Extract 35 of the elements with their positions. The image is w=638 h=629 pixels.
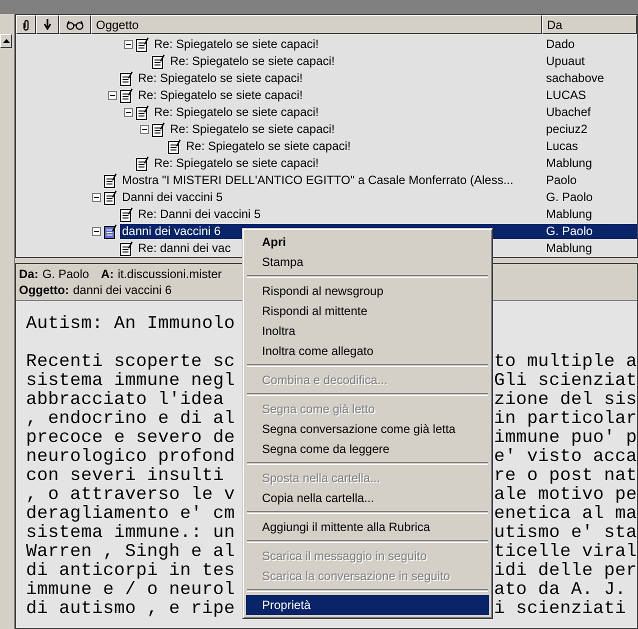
body-text: precoce e severo de [26,429,236,448]
body-text: di autismo , e ripe [26,600,236,619]
body-text: re o post nat [494,467,637,486]
body-text: e' visto acca [494,448,637,467]
body-text: zione del sis [494,391,637,410]
body-text: enetica al ma [494,505,637,524]
body-text: , o attraverso le v [26,486,236,505]
field-value: G. Paolo [42,267,90,281]
body-text: con severi insulti [26,467,226,486]
body-text: utismo e' sta [494,524,637,543]
body-text: i scienziati [494,600,628,619]
field-value: danni dei vaccini 6 [73,283,172,297]
body-text: di anticorpi in tes [26,562,236,581]
body-text: immune e / o neurol [26,581,236,600]
field-label: Oggetto: [19,283,69,297]
body-text: deragliamento e' cm [26,505,236,524]
body-text: Gli scienziat [494,372,637,391]
body-text: ato da A. J. [494,581,628,600]
body-text: to multiple a [494,353,637,372]
body-text: sistema immune.: un [26,524,236,543]
field-value: it.discussioni.mister [118,267,222,281]
body-text: sistema immune negl [26,372,236,391]
body-text: immune puo' p [494,429,637,448]
body-text: neurologico profond [26,448,236,467]
field-label: A: [101,267,114,281]
body-text: Autism: An Immunolo [26,315,236,334]
body-text: Warren , Singh e al [26,543,236,562]
body-text: , endocrino e di al [26,410,236,429]
field-label: Da: [19,267,38,281]
body-text: in particolar [494,410,637,429]
body-text: ticelle viral [494,543,637,562]
body-text: Recenti scoperte sc [26,353,236,372]
body-text: abbracciato l'idea [26,391,226,410]
body-text: ale motivo pe [494,486,637,505]
body-text: idi delle per [494,562,637,581]
